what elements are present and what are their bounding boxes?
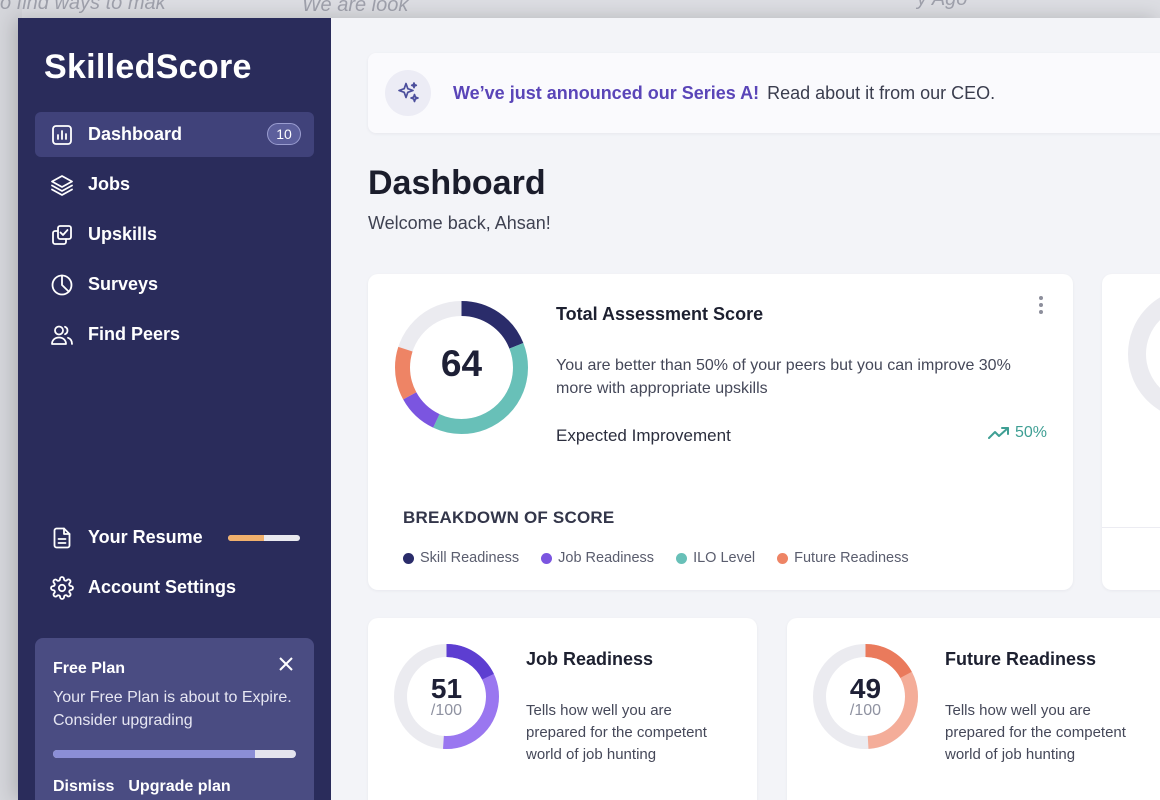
future-readiness-donut: 49 /100 <box>812 643 919 750</box>
future-readiness-value: 49 <box>849 673 882 704</box>
welcome-message: Welcome back, Ahsan! <box>368 213 551 233</box>
legend-label: Skill Readiness <box>420 550 520 566</box>
legend-dot <box>676 552 688 564</box>
dismiss-button[interactable]: Dismiss <box>53 778 114 796</box>
sidebar-item-label: Dashboard <box>88 124 183 144</box>
card-divider <box>1102 527 1160 528</box>
sidebar-item-surveys[interactable]: Surveys <box>35 262 314 307</box>
sidebar-item-label: Upskills <box>88 224 158 244</box>
background-text-2: We are look <box>302 0 409 16</box>
partial-donut <box>1128 297 1160 411</box>
sidebar-item-jobs[interactable]: Jobs <box>35 162 314 207</box>
trend-up-icon <box>987 427 1009 439</box>
legend-item: Future Readiness <box>777 550 909 566</box>
job-readiness-donut: 51 /100 <box>393 643 500 750</box>
sidebar-item-label: Your Resume <box>88 527 203 547</box>
legend-item: Skill Readiness <box>403 550 519 566</box>
breakdown-title: BREAKDOWN OF SCORE <box>403 508 615 527</box>
sidebar-item-label: Find Peers <box>88 324 181 344</box>
layers-icon <box>49 172 75 198</box>
close-icon[interactable] <box>276 654 296 674</box>
pie-chart-icon <box>49 272 75 298</box>
card-description: Tells how well you are prepared for the … <box>945 702 1126 763</box>
notification-badge: 10 <box>267 123 301 145</box>
expected-improvement-value: 50% <box>987 424 1047 442</box>
plan-message: Your Free Plan is about to Expire. Consi… <box>53 689 292 729</box>
resume-progress-bar <box>228 535 300 541</box>
sidebar: SkilledScore Dashboard 10 Jobs Upskills <box>18 18 331 800</box>
card-title: Total Assessment Score <box>556 304 764 324</box>
gear-icon <box>49 575 75 601</box>
card-description: Tells how well you are prepared for the … <box>526 702 707 763</box>
card-title: Future Readiness <box>945 649 1097 669</box>
sidebar-item-label: Jobs <box>88 174 131 194</box>
total-score-donut: 64 <box>393 299 530 436</box>
plan-title: Free Plan <box>53 660 126 677</box>
legend-label: Future Readiness <box>794 550 909 566</box>
copy-check-icon <box>49 222 75 248</box>
job-readiness-value: 51 <box>430 673 463 704</box>
banner-text: Read about it from our CEO. <box>767 82 996 103</box>
sidebar-item-dashboard[interactable]: Dashboard 10 <box>35 112 314 157</box>
background-text-1: o find ways to mak <box>0 0 166 14</box>
expected-improvement-percent: 50% <box>1014 424 1047 441</box>
score-legend: Skill Readiness Job Readiness ILO Level … <box>403 550 909 566</box>
sidebar-item-find-peers[interactable]: Find Peers <box>35 312 314 357</box>
main-content: We’ve just announced our Series A! Read … <box>331 18 1160 800</box>
expected-improvement-label: Expected Improvement <box>556 426 731 445</box>
legend-label: Job Readiness <box>558 550 655 566</box>
sidebar-item-label: Surveys <box>88 274 159 294</box>
bar-chart-icon <box>49 122 75 148</box>
card-title: Job Readiness <box>526 649 654 669</box>
legend-dot <box>403 552 414 564</box>
sparkles-icon <box>385 70 431 116</box>
background-text-3: y Ago <box>917 0 967 11</box>
total-score-value: 64 <box>440 343 483 384</box>
banner-headline[interactable]: We’ve just announced our Series A! <box>453 83 759 104</box>
logo[interactable]: SkilledScore <box>44 48 252 87</box>
page-title: Dashboard <box>368 164 546 202</box>
legend-label: ILO Level <box>693 550 756 566</box>
sidebar-item-upskills[interactable]: Upskills <box>35 212 314 257</box>
sidebar-item-account-settings[interactable]: Account Settings <box>35 565 314 610</box>
more-options-icon[interactable] <box>1037 296 1045 316</box>
sidebar-item-label: Account Settings <box>88 577 237 597</box>
free-plan-card: Free Plan Your Free Plan is about to Exp… <box>35 638 314 800</box>
secondary-score-card <box>1102 274 1160 590</box>
future-readiness-max: /100 <box>849 702 882 719</box>
legend-item: ILO Level <box>676 550 755 566</box>
announcement-banner[interactable]: We’ve just announced our Series A! Read … <box>368 53 1160 133</box>
upgrade-plan-button[interactable]: Upgrade plan <box>128 778 230 796</box>
job-readiness-max: /100 <box>430 702 463 719</box>
legend-dot <box>541 552 553 564</box>
app-window: SkilledScore Dashboard 10 Jobs Upskills <box>18 18 1160 800</box>
sidebar-item-your-resume[interactable]: Your Resume <box>35 515 314 560</box>
future-readiness-card: 49 /100 Future Readiness Tells how well … <box>787 618 1160 800</box>
document-icon <box>49 525 75 551</box>
users-icon <box>49 322 75 348</box>
card-description: You are better than 50% of your peers bu… <box>556 357 1011 397</box>
legend-dot <box>777 552 789 564</box>
job-readiness-card: 51 /100 Job Readiness Tells how well you… <box>368 618 757 800</box>
total-assessment-card: 64 Total Assessment Score You are better… <box>368 274 1073 590</box>
plan-progress-bar <box>53 750 296 758</box>
legend-item: Job Readiness <box>541 550 654 566</box>
